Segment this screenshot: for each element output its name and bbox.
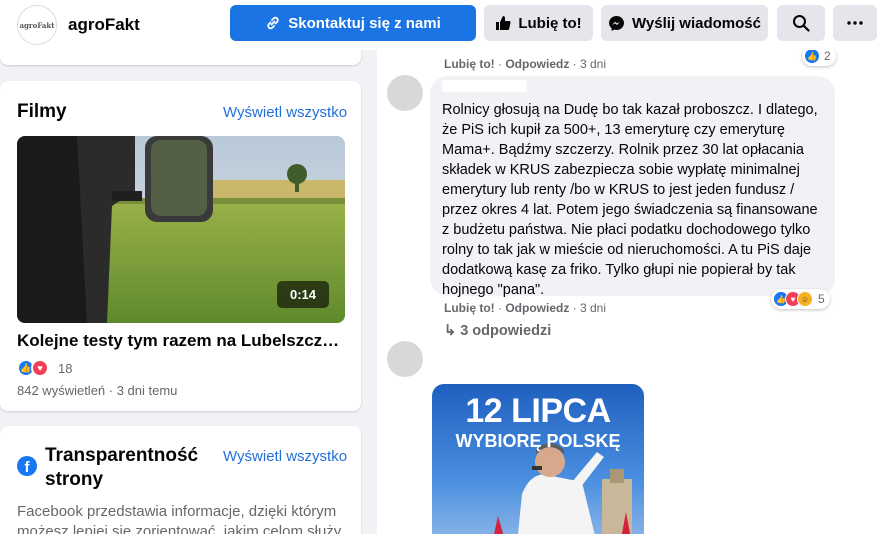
films-title: Filmy (17, 101, 67, 122)
replies-label: 3 odpowiedzi (460, 323, 552, 339)
logo-text: agroFakt (19, 20, 55, 30)
messenger-icon (609, 15, 625, 31)
commenter-name-redacted (442, 80, 527, 92)
more-options-button[interactable] (833, 5, 877, 41)
message-label: Wyślij wiadomość (632, 14, 761, 32)
video-meta: 842 wyświetleń · 3 dni temu (17, 383, 178, 398)
poster-subheadline: WYBIORĘ POLSKĘ (455, 431, 621, 451)
comment-time: 3 dni (580, 301, 607, 315)
contact-button[interactable]: Skontaktuj się z nami (230, 5, 476, 41)
films-see-all-link[interactable]: Wyświetl wszystko (223, 104, 347, 121)
video-reaction-count: 18 (58, 360, 73, 376)
comments-panel: Lubię to! · Odpowiedz · 3 dni 👍 2 Rolnic… (377, 0, 877, 534)
comment-time: 3 dni (580, 57, 607, 71)
comment-like-link[interactable]: Lubię to! (444, 57, 495, 71)
comment-reply-link[interactable]: Odpowiedz (505, 57, 569, 71)
comment-actions: Lubię to! · Odpowiedz · 3 dni (444, 301, 607, 315)
like-reaction-icon: 👍 (804, 48, 820, 64)
page-header: agroFakt agroFakt Skontaktuj się z nami … (0, 0, 877, 50)
contact-label: Skontaktuj się z nami (288, 14, 441, 32)
films-card: Filmy Wyświetl wszystko 0:14 Kolejne tes… (0, 81, 361, 411)
love-reaction-icon: ♥ (31, 359, 49, 377)
facebook-icon: f (17, 456, 37, 476)
video-duration: 0:14 (277, 281, 329, 308)
haha-reaction-icon: ☺ (797, 291, 813, 307)
like-label: Lubię to! (518, 14, 582, 32)
reply-arrow-icon: ↳ (444, 323, 457, 339)
transparency-text: Facebook przedstawia informacje, dzięki … (17, 503, 342, 534)
page-name[interactable]: agroFakt (68, 15, 140, 35)
comment-reaction-count: 2 (824, 49, 831, 63)
comment-like-link[interactable]: Lubię to! (444, 301, 495, 315)
video-reactions[interactable]: 👍 ♥ 18 (17, 359, 72, 377)
search-button[interactable] (777, 5, 825, 41)
comment-actions-top: Lubię to! · Odpowiedz · 3 dni (444, 57, 607, 71)
commenter-avatar[interactable] (387, 341, 423, 377)
comment-bubble: Rolnicy głosują na Dudę bo tak kazał pro… (430, 76, 835, 298)
thumbs-up-icon (496, 16, 511, 30)
link-icon (267, 16, 279, 30)
comment-reactions[interactable]: 👍 ♥ ☺ 5 (771, 289, 830, 309)
comment-text: Rolnicy głosują na Dudę bo tak kazał pro… (442, 102, 818, 298)
commenter-avatar[interactable] (387, 75, 423, 111)
video-title[interactable]: Kolejne testy tym razem na Lubelszczyźni… (17, 331, 347, 351)
transparency-title: Transparentność strony (45, 445, 199, 490)
more-icon (847, 21, 863, 25)
poster-headline: 12 LIPCA (465, 392, 611, 430)
video-thumbnail[interactable]: 0:14 (17, 136, 345, 323)
transparency-see-all-link[interactable]: Wyświetl wszystko (223, 448, 347, 465)
send-message-button[interactable]: Wyślij wiadomość (601, 5, 768, 41)
page-logo[interactable]: agroFakt (17, 5, 57, 45)
comment-reaction-count: 5 (818, 292, 825, 306)
transparency-card: f Transparentność strony Wyświetl wszyst… (0, 426, 361, 534)
search-icon (793, 15, 810, 32)
comment-image[interactable]: 12 LIPCA WYBIORĘ POLSKĘ (432, 384, 644, 534)
like-page-button[interactable]: Lubię to! (484, 5, 593, 41)
view-replies-link[interactable]: ↳ 3 odpowiedzi (444, 323, 551, 339)
comment-reply-link[interactable]: Odpowiedz (505, 301, 569, 315)
